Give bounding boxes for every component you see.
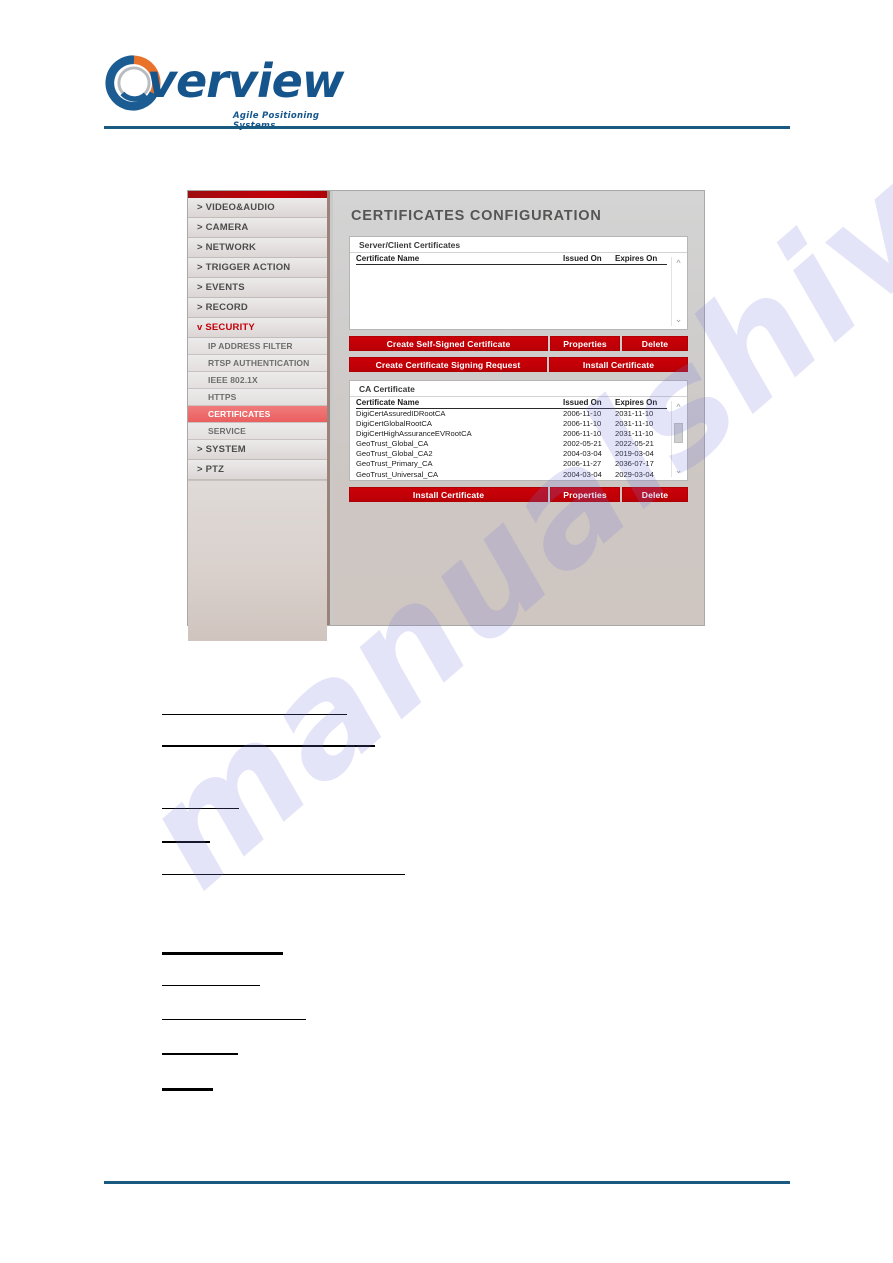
cell-expires-on: 2022-05-21 [615, 439, 654, 449]
column-header-certificate-name: Certificate Name [356, 254, 420, 263]
table-row[interactable]: DigiCertAssuredIDRootCA 2006-11-10 2031-11… [356, 409, 667, 419]
footer-rule [104, 1181, 790, 1184]
redacted-text-rule-4 [162, 874, 405, 876]
table-row[interactable]: GeoTrust_Universal_CA 2004-03-04 2029-03-0… [356, 470, 667, 480]
camera-web-ui-panel: > VIDEO&AUDIO > CAMERA > NETWORK > TRIGGER … [187, 190, 705, 641]
cell-expires-on: 2029-03-04 [615, 469, 654, 479]
chevron-up-icon[interactable]: ^ [673, 259, 684, 268]
server-client-scrollbar[interactable]: ^ ⌄ [671, 257, 685, 326]
main-content: CERTIFICATES CONFIGURATION Server/Client… [333, 191, 704, 625]
cell-issued-on: 2006-11-10 [563, 409, 602, 418]
server-client-delete-button[interactable]: Delete [622, 336, 688, 351]
redacted-text-rule-0 [162, 714, 347, 716]
chevron-down-icon[interactable]: ⌄ [673, 315, 684, 324]
redacted-text-rule-9 [162, 1088, 213, 1091]
ca-certificate-title: CA Certificate [350, 381, 687, 397]
cell-issued-on: 2002-05-21 [563, 439, 602, 449]
ca-delete-button[interactable]: Delete [622, 487, 688, 502]
cell-issued-on: 2006-11-10 [563, 429, 602, 439]
ca-certificate-rows[interactable]: DigiCertAssuredIDRootCA 2006-11-10 2031-11… [356, 409, 667, 480]
sidebar-subitem-8[interactable]: RTSP AUTHENTICATION [188, 355, 327, 372]
server-client-install-certificate-button[interactable]: Install Certificate [549, 357, 688, 372]
cell-certificate-name: GeoTrust_Global_CA [356, 439, 429, 449]
sidebar-group-1[interactable]: > CAMERA [188, 218, 327, 238]
sidebar-subitem-12[interactable]: SERVICE [188, 423, 327, 440]
sidebar-group-0[interactable]: > VIDEO&AUDIO [188, 198, 327, 218]
redacted-text-rule-2 [162, 808, 239, 810]
cell-expires-on: 2019-03-04 [615, 449, 654, 459]
sidebar-accent-bar [188, 191, 327, 198]
table-row[interactable]: DigiCertHighAssuranceEVRootCA 2006-11-10 2… [356, 429, 667, 439]
cell-certificate-name: GeoTrust_Global_CA2 [356, 449, 433, 459]
cell-certificate-name: GeoTrust_Primary_CA [356, 459, 433, 469]
cell-expires-on: 2031-11-10 [615, 429, 654, 439]
redacted-text-rule-7 [162, 1019, 306, 1021]
sidebar-group-2[interactable]: > NETWORK [188, 238, 327, 258]
column-header-expires-on: Expires On [615, 254, 658, 263]
cell-expires-on: 2036-07-17 [615, 459, 654, 469]
ca-button-row: Install Certificate Properties Delete [349, 487, 688, 502]
sidebar-subitem-10[interactable]: HTTPS [188, 389, 327, 406]
server-client-button-row-1: Create Self-Signed Certificate Propertie… [349, 336, 688, 351]
chevron-down-icon[interactable]: ⌄ [673, 466, 684, 475]
sidebar-group-3[interactable]: > TRIGGER ACTION [188, 258, 327, 278]
table-row[interactable]: GeoTrust_Global_CA 2002-05-21 2022-05-21 [356, 439, 667, 449]
column-header-issued-on: Issued On [563, 254, 602, 263]
cell-certificate-name: GeoTrust_Universal_CA [356, 469, 439, 479]
table-row[interactable]: DigiCertGlobalRootCA 2006-11-10 2031-11-10 [356, 419, 667, 429]
redacted-text-rule-6 [162, 985, 260, 987]
sidebar-group-14[interactable]: > PTZ [188, 460, 327, 480]
server-client-rows[interactable] [356, 265, 667, 320]
brand-wordmark: verview [147, 54, 344, 108]
header-rule [104, 126, 790, 129]
ca-column-headers: Certificate Name Issued On Expires On [356, 398, 667, 409]
ca-column-header-certificate-name: Certificate Name [356, 398, 420, 407]
cell-issued-on: 2004-03-04 [563, 469, 602, 479]
redacted-text-rule-1 [162, 745, 375, 747]
server-client-button-row-2: Create Certificate Signing Request Insta… [349, 357, 688, 372]
redacted-text-rule-3 [162, 841, 210, 843]
brand-logo: verview Agile Positioning Systems [105, 52, 345, 131]
sidebar-group-13[interactable]: > SYSTEM [188, 440, 327, 460]
table-row[interactable]: GeoTrust_Primary_CA 2006-11-27 2036-07-17 [356, 459, 667, 469]
ca-properties-button[interactable]: Properties [550, 487, 620, 502]
create-self-signed-certificate-button[interactable]: Create Self-Signed Certificate [349, 336, 548, 351]
ca-column-header-expires-on: Expires On [615, 398, 658, 407]
cell-issued-on: 2006-11-27 [563, 459, 602, 469]
ca-certificate-list[interactable]: CA Certificate Certificate Name Issued O… [349, 380, 688, 481]
chevron-up-icon[interactable]: ^ [673, 403, 684, 412]
cell-expires-on: 2031-11-10 [615, 419, 654, 429]
ca-install-certificate-button[interactable]: Install Certificate [349, 487, 548, 502]
ca-certificate-scrollbar[interactable]: ^ ⌄ [671, 401, 685, 477]
sidebar-group-4[interactable]: > EVENTS [188, 278, 327, 298]
cell-issued-on: 2006-11-10 [563, 419, 602, 429]
server-client-properties-button[interactable]: Properties [550, 336, 620, 351]
server-client-certificates-title: Server/Client Certificates [350, 237, 687, 253]
server-client-column-headers: Certificate Name Issued On Expires On [356, 254, 667, 265]
redacted-text-rule-8 [162, 1053, 238, 1055]
sidebar-subitem-9[interactable]: IEEE 802.1X [188, 372, 327, 389]
sidebar-group-6[interactable]: v SECURITY [188, 318, 327, 338]
sidebar-subitem-7[interactable]: IP ADDRESS FILTER [188, 338, 327, 355]
redacted-text-rule-5 [162, 952, 283, 955]
page-title: CERTIFICATES CONFIGURATION [351, 208, 602, 224]
cell-certificate-name: DigiCertHighAssuranceEVRootCA [356, 429, 472, 439]
sidebar-subitem-11[interactable]: CERTIFICATES [188, 406, 327, 423]
sidebar-empty-area [188, 480, 327, 641]
cell-certificate-name: DigiCertGlobalRootCA [356, 419, 432, 429]
cell-certificate-name: DigiCertAssuredIDRootCA [356, 409, 446, 418]
sidebar-group-5[interactable]: > RECORD [188, 298, 327, 318]
sidebar-navigation: > VIDEO&AUDIO > CAMERA > NETWORK > TRIGGER … [188, 191, 330, 641]
cell-issued-on: 2004-03-04 [563, 449, 602, 459]
table-row[interactable]: GeoTrust_Global_CA2 2004-03-04 2019-03-04 [356, 449, 667, 459]
cell-expires-on: 2031-11-10 [615, 409, 654, 418]
create-certificate-signing-request-button[interactable]: Create Certificate Signing Request [349, 357, 547, 372]
scrollbar-thumb[interactable] [674, 423, 683, 443]
server-client-certificates-list[interactable]: Server/Client Certificates Certificate N… [349, 236, 688, 330]
ca-column-header-issued-on: Issued On [563, 398, 602, 407]
